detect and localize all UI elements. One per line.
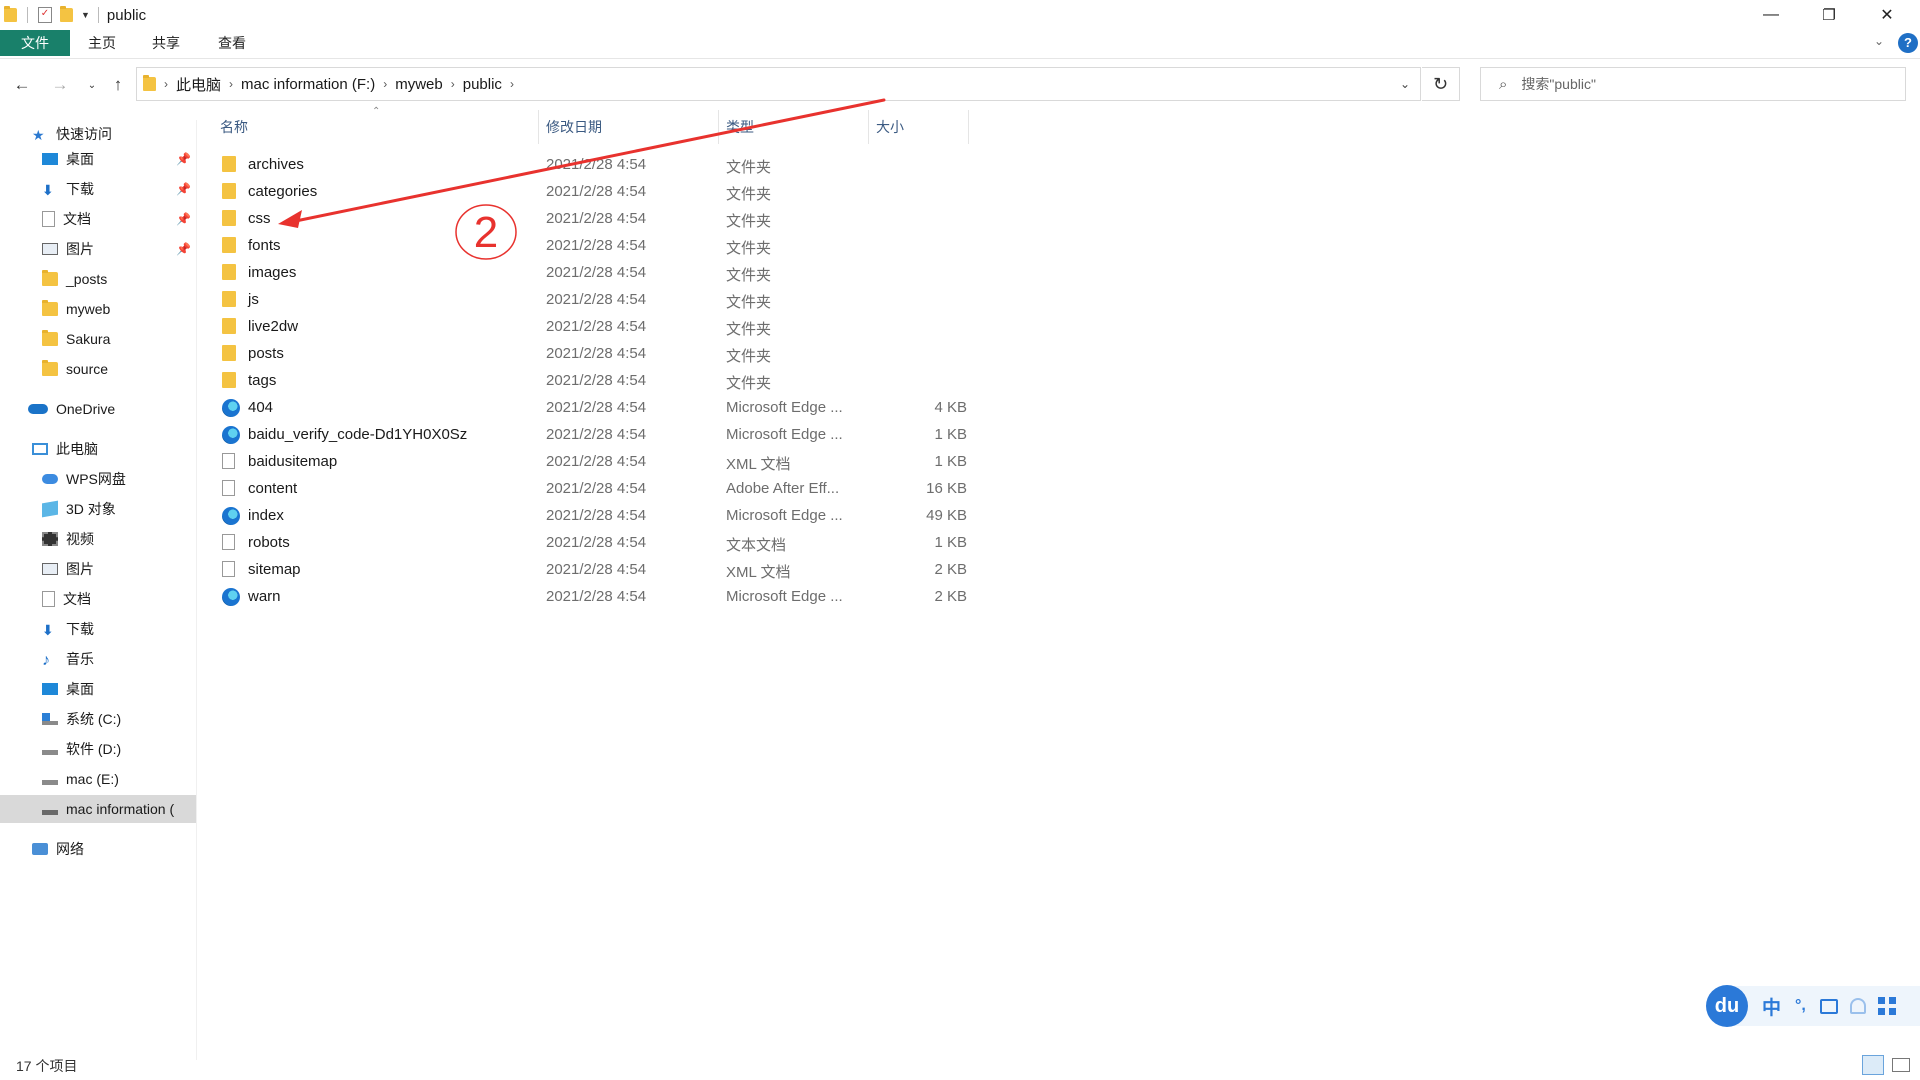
ime-menu-grid-icon[interactable]: [1877, 997, 1896, 1015]
ime-toolbar: du 中 °,: [1706, 985, 1920, 1027]
ime-user-icon[interactable]: [1849, 998, 1866, 1014]
annotation-arrow-line: [284, 98, 886, 225]
baidu-ime-logo[interactable]: du: [1706, 985, 1748, 1027]
status-bar: 17 个项目: [0, 1052, 1920, 1080]
ime-punctuation-toggle[interactable]: °,: [1795, 997, 1806, 1015]
annotation-label: 2: [474, 208, 498, 257]
annotation-arrowhead: [278, 210, 302, 228]
details-view-icon[interactable]: [1862, 1055, 1884, 1075]
large-icons-view-icon[interactable]: [1892, 1058, 1910, 1072]
ime-mode-toggle[interactable]: 中: [1762, 993, 1781, 1020]
item-count: 17 个项目: [16, 1058, 78, 1074]
ime-toolbox-icon[interactable]: [1819, 998, 1838, 1014]
annotation-overlay: 2: [278, 98, 886, 260]
